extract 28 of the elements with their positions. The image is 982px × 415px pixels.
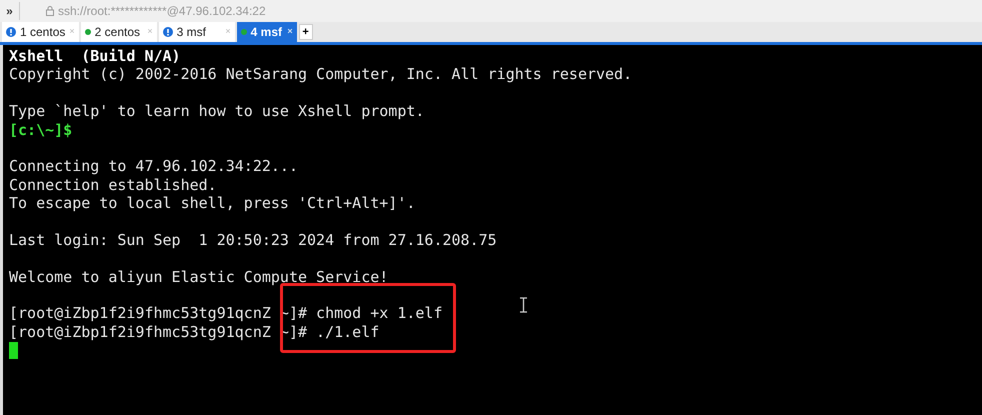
terminal-line: To escape to local shell, press 'Ctrl+Alt+]'.: [9, 194, 416, 213]
new-tab-button[interactable]: +: [298, 24, 313, 40]
tab-label: 1 centos: [20, 24, 66, 41]
tab-label: 2 centos: [94, 24, 140, 41]
session-address: ssh://root:************@47.96.102.34:22: [58, 3, 266, 20]
text-cursor: [9, 342, 18, 359]
terminal-line: Welcome to aliyun Elastic Compute Service!: [9, 268, 388, 286]
terminal-line: Connection established.: [9, 176, 217, 194]
info-icon: [6, 27, 16, 37]
session-tab[interactable]: 2 centos ×: [80, 22, 157, 42]
tab-label: 3 msf: [176, 24, 206, 41]
text-cursor-icon: [519, 297, 528, 313]
terminal-line: Xshell (Build N/A): [9, 47, 181, 66]
lock-icon: [46, 6, 54, 16]
overflow-button[interactable]: »: [0, 2, 20, 20]
tab-label: 4 msf: [250, 24, 282, 41]
terminal-line: [root@iZbp1f2i9fhmc53tg91qcnZ ~]# ./1.elf: [9, 322, 380, 342]
terminal-line: [root@iZbp1f2i9fhmc53tg91qcnZ ~]# chmod +x 1.elf: [9, 304, 442, 323]
terminal-line: Last login: Sun Sep 1 20:50:23 2024 from 27.16.208.75: [9, 230, 497, 250]
info-icon: [162, 27, 173, 37]
terminal-line: Type `help' to learn how to use Xshell prompt.: [9, 102, 424, 121]
terminal-line: Connecting to 47.96.102.34:22...: [9, 157, 298, 176]
terminal-line: Copyright (c) 2002-2016 NetSarang Computer, Inc. All rights reserved.: [9, 65, 632, 84]
session-tab[interactable]: 1 centos ×: [2, 22, 79, 42]
session-tab[interactable]: 3 msf ×: [158, 22, 235, 42]
tab-close-button[interactable]: ×: [287, 25, 293, 39]
session-tab[interactable]: 4 msf ×: [236, 22, 297, 42]
terminal-prompt: [c:\~]$: [9, 120, 72, 139]
